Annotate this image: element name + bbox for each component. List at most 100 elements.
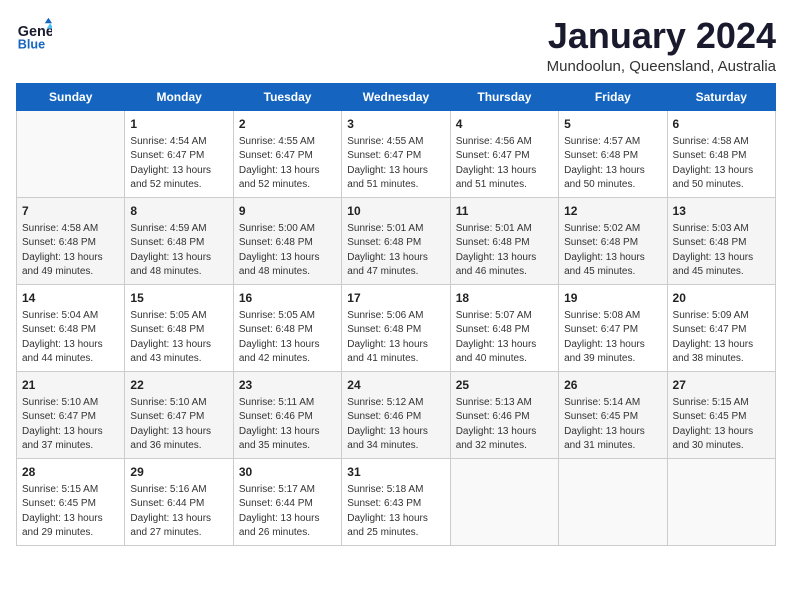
day-number: 21 <box>22 376 119 394</box>
calendar-table: SundayMondayTuesdayWednesdayThursdayFrid… <box>16 83 776 546</box>
day-info: Sunrise: 5:17 AM Sunset: 6:44 PM Dayligh… <box>239 483 336 541</box>
day-number: 25 <box>456 376 553 394</box>
day-info: Sunrise: 5:12 AM Sunset: 6:46 PM Dayligh… <box>347 396 444 454</box>
day-number: 3 <box>347 115 444 133</box>
calendar-cell: 24 Sunrise: 5:12 AM Sunset: 6:46 PM Dayli… <box>342 371 450 458</box>
day-number: 16 <box>239 289 336 307</box>
day-info: Sunrise: 5:18 AM Sunset: 6:43 PM Dayligh… <box>347 483 444 541</box>
calendar-week-row: 14 Sunrise: 5:04 AM Sunset: 6:48 PM Dayli… <box>17 284 776 371</box>
logo: General Blue <box>16 16 52 52</box>
day-number: 20 <box>673 289 770 307</box>
calendar-cell: 3 Sunrise: 4:55 AM Sunset: 6:47 PM Daylig… <box>342 110 450 197</box>
calendar-cell: 18 Sunrise: 5:07 AM Sunset: 6:48 PM Dayli… <box>450 284 558 371</box>
calendar-week-row: 28 Sunrise: 5:15 AM Sunset: 6:45 PM Dayli… <box>17 458 776 545</box>
calendar-cell: 9Sunrise: 5:00 AM Sunset: 6:48 PM Daylig… <box>233 197 341 284</box>
day-info: Sunrise: 5:16 AM Sunset: 6:44 PM Dayligh… <box>130 483 227 541</box>
day-number: 15 <box>130 289 227 307</box>
day-info: Sunrise: 5:10 AM Sunset: 6:47 PM Dayligh… <box>130 396 227 454</box>
calendar-cell <box>559 458 667 545</box>
day-number: 5 <box>564 115 661 133</box>
calendar-cell: 23 Sunrise: 5:11 AM Sunset: 6:46 PM Dayli… <box>233 371 341 458</box>
day-number: 9 <box>239 202 336 220</box>
day-header-thursday: Thursday <box>450 83 558 110</box>
day-number: 6 <box>673 115 770 133</box>
calendar-cell: 26Sunrise: 5:14 AM Sunset: 6:45 PM Dayli… <box>559 371 667 458</box>
calendar-cell: 11 Sunrise: 5:01 AM Sunset: 6:48 PM Dayli… <box>450 197 558 284</box>
day-info: Sunrise: 4:55 AM Sunset: 6:47 PM Dayligh… <box>347 135 444 193</box>
day-header-monday: Monday <box>125 83 233 110</box>
day-info: Sunrise: 5:01 AM Sunset: 6:48 PM Dayligh… <box>347 222 444 280</box>
calendar-cell: 16 Sunrise: 5:05 AM Sunset: 6:48 PM Dayli… <box>233 284 341 371</box>
day-info: Sunrise: 5:15 AM Sunset: 6:45 PM Dayligh… <box>22 483 119 541</box>
calendar-header-row: SundayMondayTuesdayWednesdayThursdayFrid… <box>17 83 776 110</box>
day-info: Sunrise: 4:58 AM Sunset: 6:48 PM Dayligh… <box>22 222 119 280</box>
calendar-cell: 14 Sunrise: 5:04 AM Sunset: 6:48 PM Dayli… <box>17 284 125 371</box>
calendar-cell: 28 Sunrise: 5:15 AM Sunset: 6:45 PM Dayli… <box>17 458 125 545</box>
day-number: 30 <box>239 463 336 481</box>
day-header-tuesday: Tuesday <box>233 83 341 110</box>
calendar-cell <box>667 458 775 545</box>
day-number: 11 <box>456 202 553 220</box>
day-number: 23 <box>239 376 336 394</box>
day-number: 13 <box>673 202 770 220</box>
day-number: 10 <box>347 202 444 220</box>
calendar-cell: 25 Sunrise: 5:13 AM Sunset: 6:46 PM Dayli… <box>450 371 558 458</box>
calendar-cell <box>450 458 558 545</box>
calendar-cell: 13Sunrise: 5:03 AM Sunset: 6:48 PM Dayli… <box>667 197 775 284</box>
day-number: 31 <box>347 463 444 481</box>
calendar-cell: 19 Sunrise: 5:08 AM Sunset: 6:47 PM Dayli… <box>559 284 667 371</box>
calendar-cell: 31 Sunrise: 5:18 AM Sunset: 6:43 PM Dayli… <box>342 458 450 545</box>
month-title: January 2024 <box>547 16 776 56</box>
day-number: 29 <box>130 463 227 481</box>
calendar-cell: 2Sunrise: 4:55 AM Sunset: 6:47 PM Daylig… <box>233 110 341 197</box>
day-info: Sunrise: 4:58 AM Sunset: 6:48 PM Dayligh… <box>673 135 770 193</box>
day-info: Sunrise: 5:09 AM Sunset: 6:47 PM Dayligh… <box>673 309 770 367</box>
calendar-cell: 6 Sunrise: 4:58 AM Sunset: 6:48 PM Daylig… <box>667 110 775 197</box>
day-info: Sunrise: 5:15 AM Sunset: 6:45 PM Dayligh… <box>673 396 770 454</box>
day-number: 24 <box>347 376 444 394</box>
calendar-week-row: 21 Sunrise: 5:10 AM Sunset: 6:47 PM Dayli… <box>17 371 776 458</box>
day-number: 27 <box>673 376 770 394</box>
day-info: Sunrise: 5:04 AM Sunset: 6:48 PM Dayligh… <box>22 309 119 367</box>
day-header-wednesday: Wednesday <box>342 83 450 110</box>
day-number: 8 <box>130 202 227 220</box>
day-info: Sunrise: 4:57 AM Sunset: 6:48 PM Dayligh… <box>564 135 661 193</box>
day-number: 4 <box>456 115 553 133</box>
day-header-sunday: Sunday <box>17 83 125 110</box>
day-number: 1 <box>130 115 227 133</box>
calendar-cell: 30 Sunrise: 5:17 AM Sunset: 6:44 PM Dayli… <box>233 458 341 545</box>
day-number: 12 <box>564 202 661 220</box>
day-info: Sunrise: 5:14 AM Sunset: 6:45 PM Dayligh… <box>564 396 661 454</box>
calendar-cell: 22 Sunrise: 5:10 AM Sunset: 6:47 PM Dayli… <box>125 371 233 458</box>
calendar-week-row: 1 Sunrise: 4:54 AM Sunset: 6:47 PM Daylig… <box>17 110 776 197</box>
calendar-cell: 29 Sunrise: 5:16 AM Sunset: 6:44 PM Dayli… <box>125 458 233 545</box>
day-number: 18 <box>456 289 553 307</box>
day-number: 14 <box>22 289 119 307</box>
calendar-cell: 17Sunrise: 5:06 AM Sunset: 6:48 PM Dayli… <box>342 284 450 371</box>
calendar-cell: 4Sunrise: 4:56 AM Sunset: 6:47 PM Daylig… <box>450 110 558 197</box>
calendar-cell: 7Sunrise: 4:58 AM Sunset: 6:48 PM Daylig… <box>17 197 125 284</box>
day-number: 19 <box>564 289 661 307</box>
calendar-cell: 15 Sunrise: 5:05 AM Sunset: 6:48 PM Dayli… <box>125 284 233 371</box>
day-number: 28 <box>22 463 119 481</box>
svg-text:Blue: Blue <box>18 37 45 51</box>
calendar-week-row: 7Sunrise: 4:58 AM Sunset: 6:48 PM Daylig… <box>17 197 776 284</box>
day-info: Sunrise: 5:05 AM Sunset: 6:48 PM Dayligh… <box>130 309 227 367</box>
day-header-saturday: Saturday <box>667 83 775 110</box>
day-info: Sunrise: 5:07 AM Sunset: 6:48 PM Dayligh… <box>456 309 553 367</box>
day-info: Sunrise: 5:02 AM Sunset: 6:48 PM Dayligh… <box>564 222 661 280</box>
location-subtitle: Mundoolun, Queensland, Australia <box>547 58 776 75</box>
day-info: Sunrise: 4:54 AM Sunset: 6:47 PM Dayligh… <box>130 135 227 193</box>
calendar-cell: 5 Sunrise: 4:57 AM Sunset: 6:48 PM Daylig… <box>559 110 667 197</box>
calendar-cell: 20 Sunrise: 5:09 AM Sunset: 6:47 PM Dayli… <box>667 284 775 371</box>
day-info: Sunrise: 4:55 AM Sunset: 6:47 PM Dayligh… <box>239 135 336 193</box>
calendar-cell: 27 Sunrise: 5:15 AM Sunset: 6:45 PM Dayli… <box>667 371 775 458</box>
day-info: Sunrise: 5:05 AM Sunset: 6:48 PM Dayligh… <box>239 309 336 367</box>
day-info: Sunrise: 5:08 AM Sunset: 6:47 PM Dayligh… <box>564 309 661 367</box>
calendar-cell: 10 Sunrise: 5:01 AM Sunset: 6:48 PM Dayli… <box>342 197 450 284</box>
day-info: Sunrise: 5:11 AM Sunset: 6:46 PM Dayligh… <box>239 396 336 454</box>
day-number: 22 <box>130 376 227 394</box>
day-header-friday: Friday <box>559 83 667 110</box>
day-info: Sunrise: 5:01 AM Sunset: 6:48 PM Dayligh… <box>456 222 553 280</box>
day-info: Sunrise: 5:13 AM Sunset: 6:46 PM Dayligh… <box>456 396 553 454</box>
